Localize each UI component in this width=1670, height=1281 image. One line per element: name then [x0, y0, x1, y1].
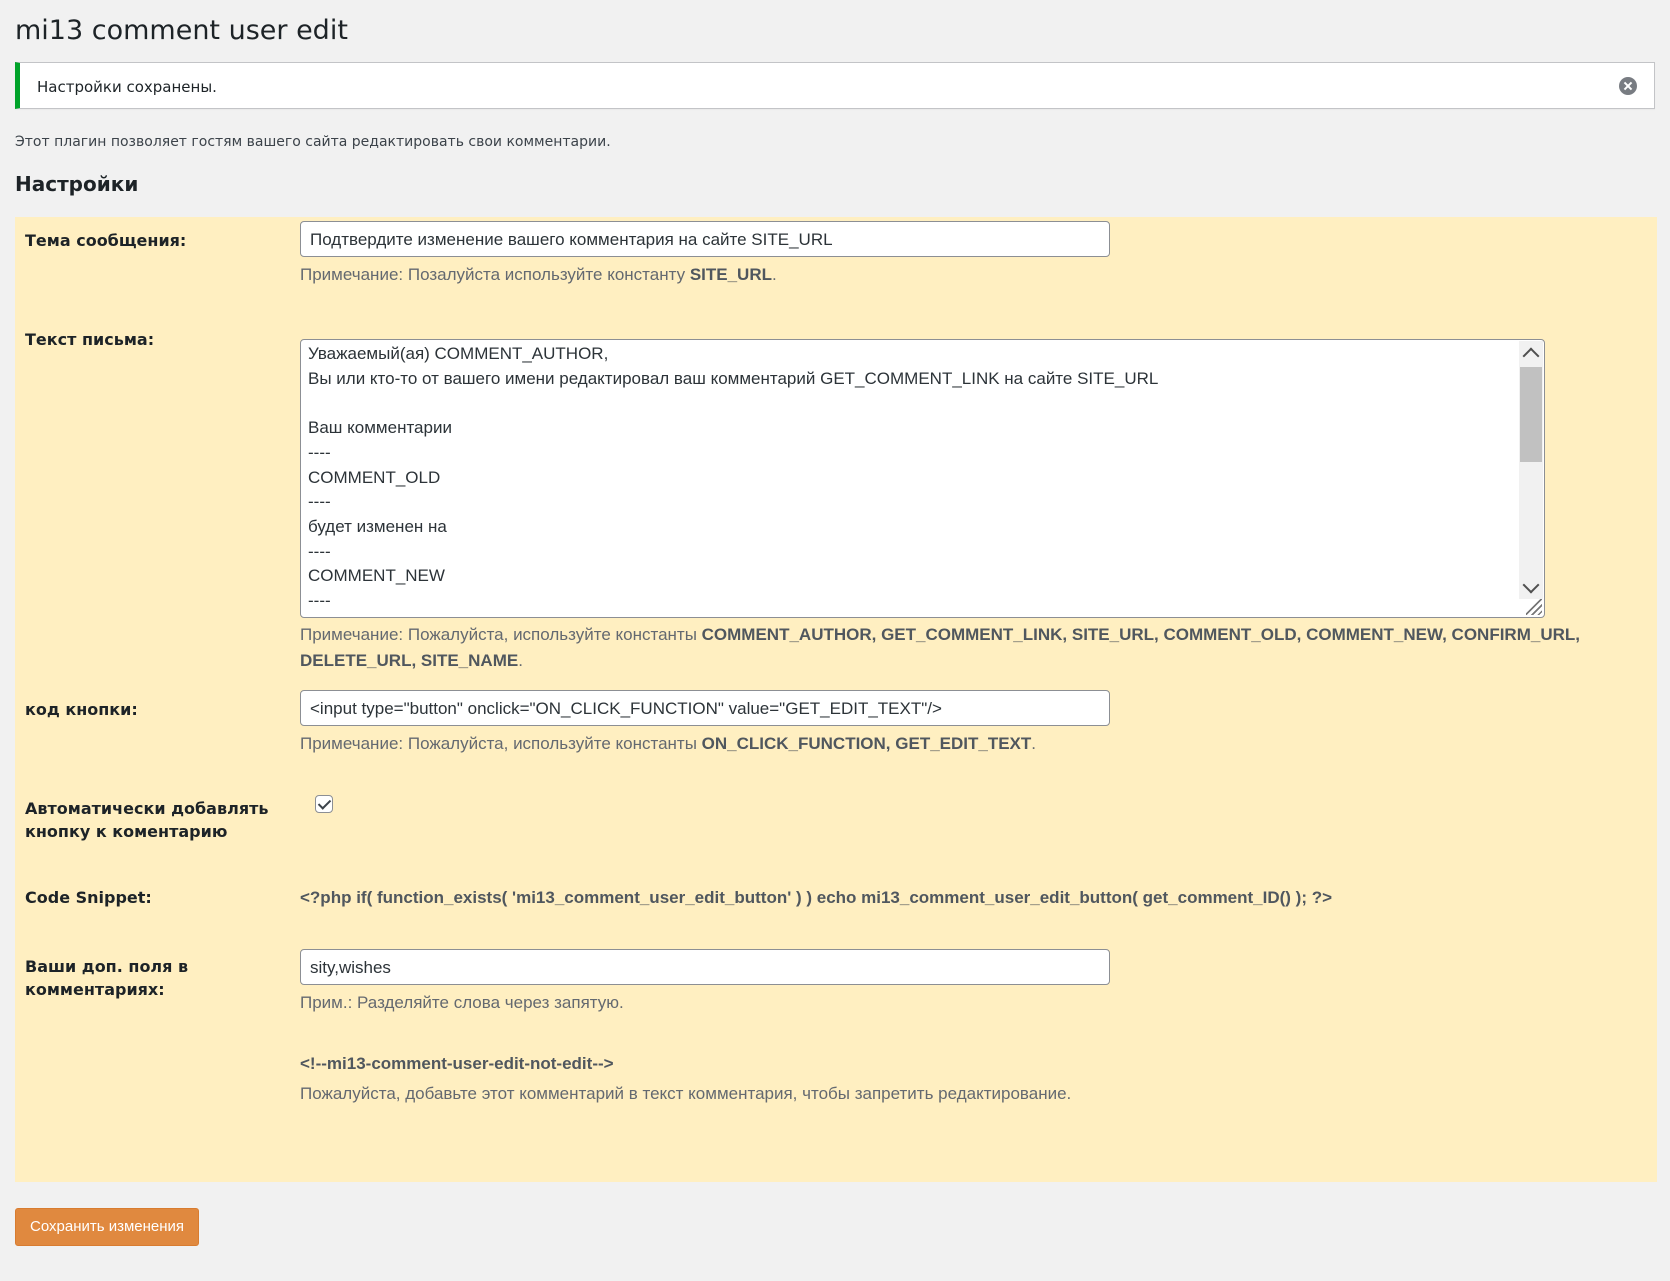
- extra-fields-note: Прим.: Разделяйте слова через запятую.: [300, 993, 624, 1012]
- extra-fields-label-line2: комментариях:: [25, 980, 165, 999]
- subject-note: Примечание: Позалуйста используйте конст…: [300, 262, 777, 288]
- extra-fields-label-line1: Ваши доп. поля в: [25, 957, 189, 976]
- button-code-note-text: Примечание: Пожалуйста, используйте конс…: [300, 734, 702, 753]
- auto-add-label-line2: кнопку к коментарию: [25, 822, 228, 841]
- body-label: Текст письма:: [25, 330, 155, 349]
- body-note-suffix: .: [518, 651, 523, 670]
- subject-note-text: Примечание: Позалуйста используйте конст…: [300, 265, 690, 284]
- page-title: mi13 comment user edit: [15, 15, 348, 46]
- code-snippet-label: Code Snippet:: [25, 888, 152, 907]
- section-title: Настройки: [15, 172, 139, 196]
- scroll-up-icon[interactable]: [1522, 347, 1540, 365]
- subject-note-suffix: .: [772, 265, 777, 284]
- settings-panel: Тема сообщения: Подтвердите изменение ва…: [15, 217, 1657, 1182]
- button-code-label: код кнопки:: [25, 700, 138, 719]
- body-note-consts-1: COMMENT_AUTHOR, GET_COMMENT_LINK, SITE_U…: [701, 625, 1580, 644]
- resize-grip-icon[interactable]: [1526, 599, 1542, 615]
- page-wrap: mi13 comment user edit Настройки сохране…: [0, 0, 1670, 196]
- button-code-note: Примечание: Пожалуйста, используйте конс…: [300, 731, 1036, 757]
- not-edit-code: <!--mi13-comment-user-edit-not-edit-->: [300, 1054, 614, 1073]
- auto-add-checkbox[interactable]: [315, 795, 333, 813]
- scroll-down-icon[interactable]: [1522, 576, 1540, 594]
- subject-label: Тема сообщения:: [25, 231, 187, 250]
- scrollbar-thumb[interactable]: [1520, 367, 1542, 462]
- code-snippet-value: <?php if( function_exists( 'mi13_comment…: [300, 888, 1333, 907]
- button-code-note-const: ON_CLICK_FUNCTION, GET_EDIT_TEXT: [701, 734, 1032, 753]
- subject-input[interactable]: Подтвердите изменение вашего комментария…: [300, 221, 1110, 257]
- auto-add-label: Автоматически добавлять кнопку к коментар…: [25, 797, 275, 843]
- success-notice: Настройки сохранены.: [15, 62, 1655, 109]
- save-changes-button[interactable]: Сохранить изменения: [15, 1208, 200, 1246]
- button-code-note-suffix: .: [1031, 734, 1037, 753]
- body-note: Примечание: Пожалуйста, используйте конс…: [300, 622, 1640, 674]
- button-code-input[interactable]: <input type="button" onclick="ON_CLICK_F…: [300, 690, 1110, 726]
- textarea-scrollbar[interactable]: [1519, 341, 1543, 599]
- body-note-text: Примечание: Пожалуйста, используйте конс…: [300, 625, 702, 644]
- not-edit-note: Пожалуйста, добавьте этот комментарий в …: [300, 1084, 1072, 1103]
- checkmark-icon: [317, 796, 332, 810]
- body-textarea[interactable]: Уважаемый(ая) COMMENT_AUTHOR, Вы или кто…: [300, 339, 1545, 618]
- subject-note-const: SITE_URL: [689, 265, 772, 284]
- plugin-intro: Этот плагин позволяет гостям вашего сайт…: [15, 134, 611, 150]
- dismiss-notice-icon[interactable]: [1619, 77, 1637, 95]
- notice-text: Настройки сохранены.: [37, 78, 217, 96]
- auto-add-label-line1: Автоматически добавлять: [25, 799, 269, 818]
- extra-fields-input[interactable]: sity,wishes: [300, 949, 1110, 985]
- extra-fields-label: Ваши доп. поля в комментариях:: [25, 955, 275, 1001]
- body-textarea-content: Уважаемый(ая) COMMENT_AUTHOR, Вы или кто…: [308, 344, 1159, 611]
- body-note-consts-2: DELETE_URL, SITE_NAME: [300, 651, 519, 670]
